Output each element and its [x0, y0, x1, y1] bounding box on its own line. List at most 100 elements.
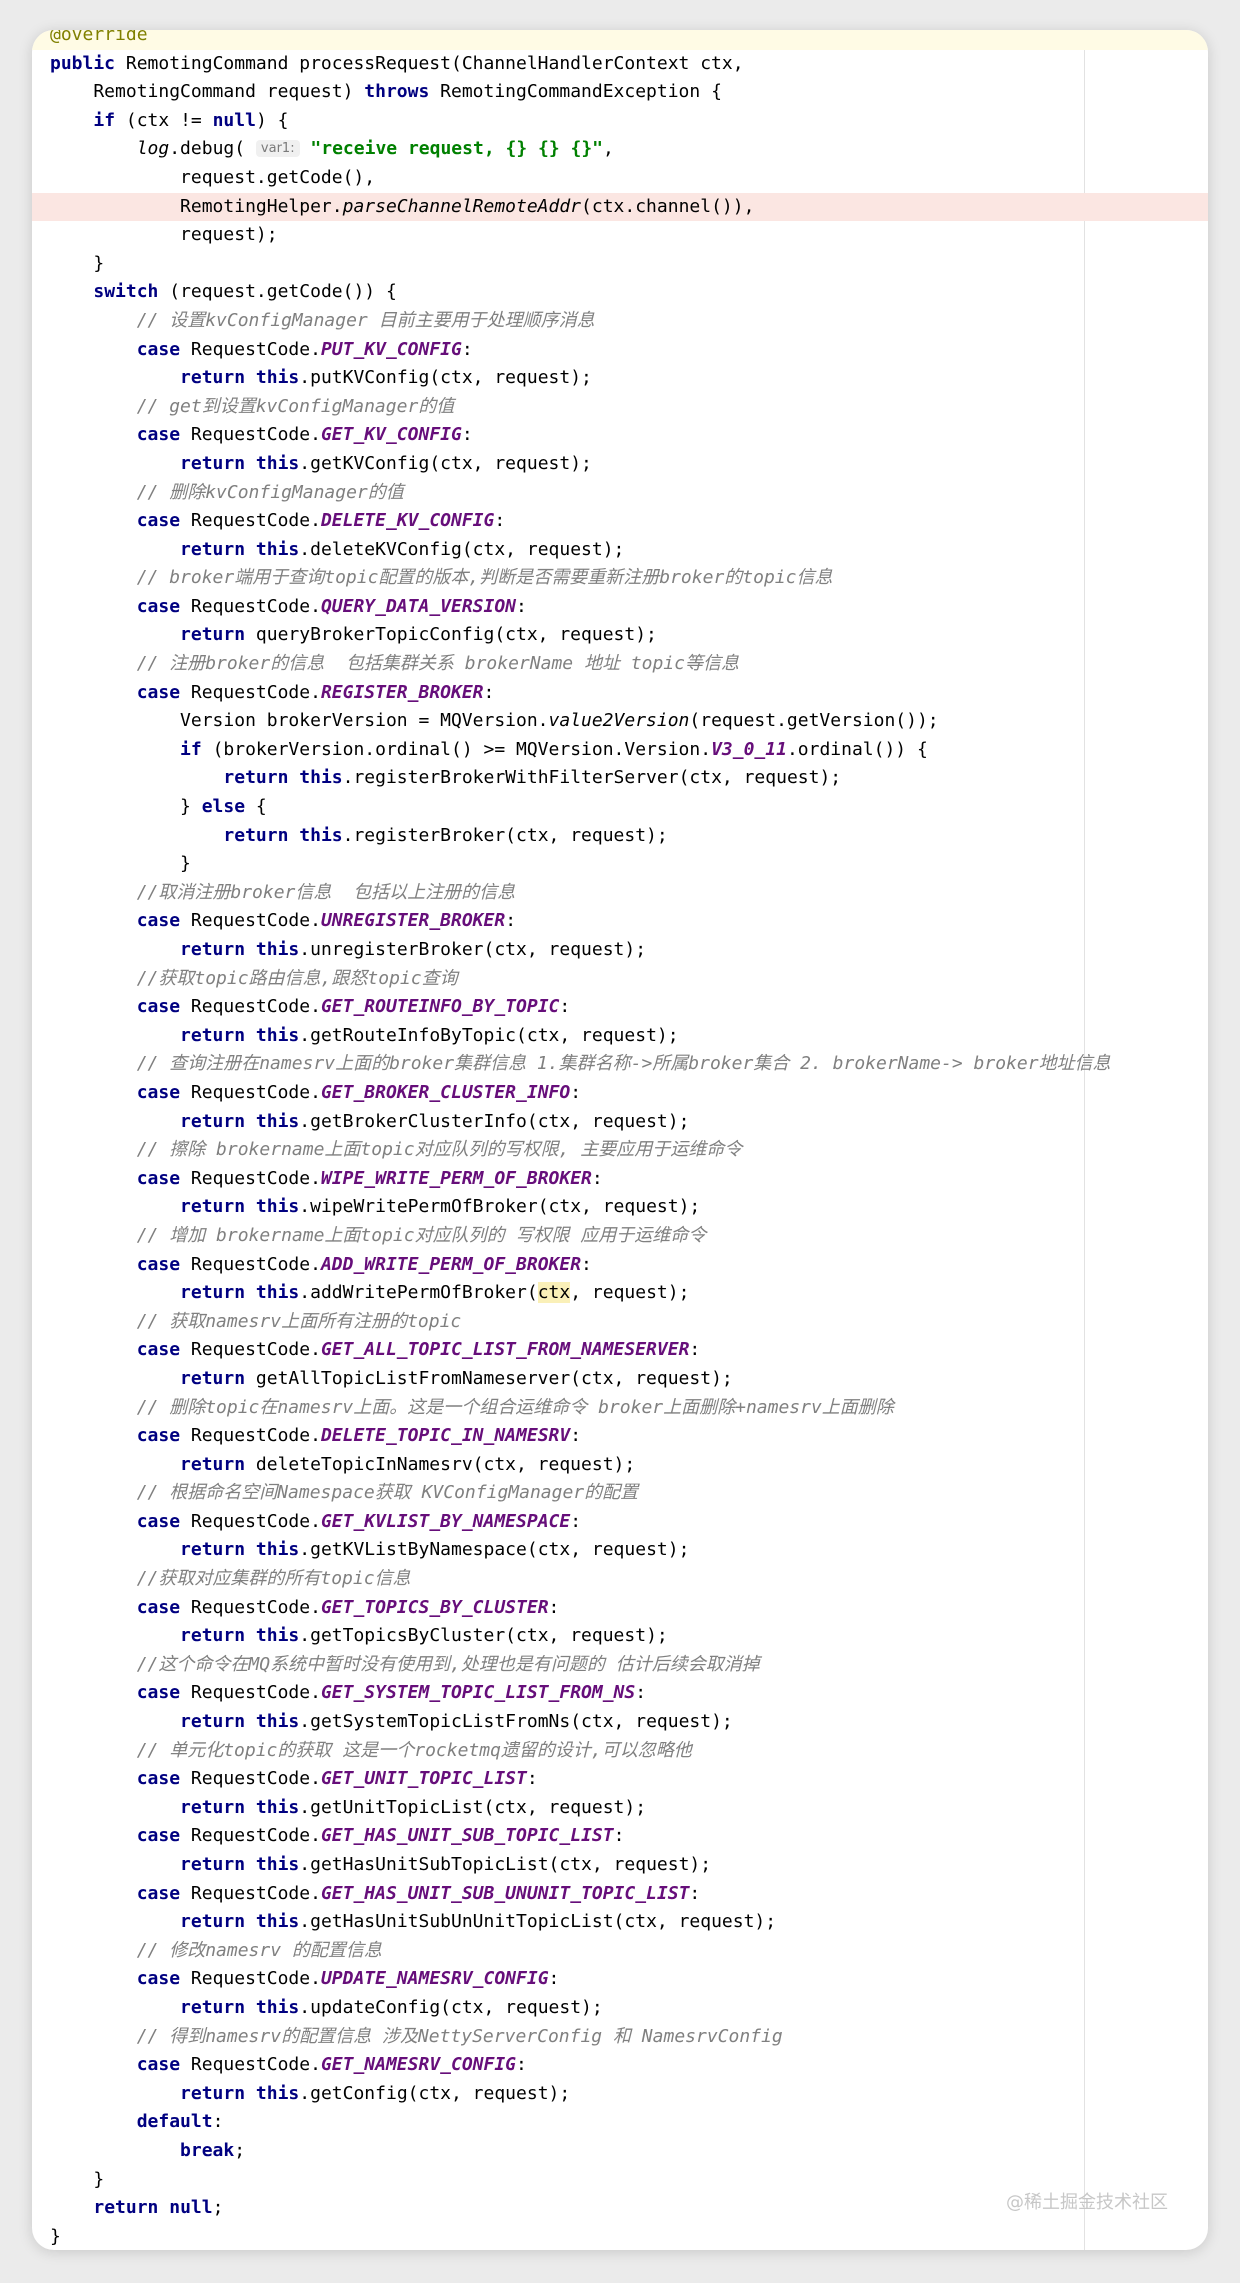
code-comment: //获取对应集群的所有topic信息	[136, 1568, 411, 1590]
code-line[interactable]: // get到设置kvConfigManager的值	[50, 393, 1208, 422]
code-line[interactable]: //获取对应集群的所有topic信息	[50, 1565, 1208, 1594]
code-line[interactable]: break;	[50, 2137, 1208, 2166]
code-line[interactable]: return this.updateConfig(ctx, request);	[50, 1994, 1208, 2023]
code-line[interactable]: // 修改namesrv 的配置信息	[50, 1937, 1208, 1966]
code-line[interactable]: // 得到namesrv的配置信息 涉及NettyServerConfig 和 …	[50, 2023, 1208, 2052]
code-line[interactable]: } else {	[50, 793, 1208, 822]
code-line[interactable]: //取消注册broker信息 包括以上注册的信息	[50, 879, 1208, 908]
code-line[interactable]: return this.unregisterBroker(ctx, reques…	[50, 936, 1208, 965]
code-line[interactable]: case RequestCode.GET_UNIT_TOPIC_LIST:	[50, 1765, 1208, 1794]
code-line[interactable]: case RequestCode.GET_HAS_UNIT_SUB_UNUNIT…	[50, 1880, 1208, 1909]
code-line[interactable]: case RequestCode.GET_BROKER_CLUSTER_INFO…	[50, 1079, 1208, 1108]
code-line[interactable]: //这个命令在MQ系统中暂时没有使用到,处理也是有问题的 估计后续会取消掉	[50, 1651, 1208, 1680]
code-line[interactable]: return this.getKVListByNamespace(ctx, re…	[50, 1536, 1208, 1565]
code-line[interactable]: // broker端用于查询topic配置的版本,判断是否需要重新注册broke…	[50, 564, 1208, 593]
code-line[interactable]: case RequestCode.ADD_WRITE_PERM_OF_BROKE…	[50, 1251, 1208, 1280]
code-line[interactable]: // 注册broker的信息 包括集群关系 brokerName 地址 topi…	[50, 650, 1208, 679]
code-line[interactable]: return queryBrokerTopicConfig(ctx, reque…	[50, 621, 1208, 650]
code-line[interactable]: case RequestCode.DELETE_KV_CONFIG:	[50, 507, 1208, 536]
code-line[interactable]: RemotingHelper.parseChannelRemoteAddr(ct…	[32, 192, 1208, 222]
code-line[interactable]: // 获取namesrv上面所有注册的topic	[50, 1308, 1208, 1337]
code-line[interactable]: if (ctx != null) {	[50, 107, 1208, 136]
code-line[interactable]: case RequestCode.PUT_KV_CONFIG:	[50, 336, 1208, 365]
code-line[interactable]: // 删除topic在namesrv上面。这是一个组合运维命令 broker上面…	[50, 1394, 1208, 1423]
code-line[interactable]: // 根据命名空间Namespace获取 KVConfigManager的配置	[50, 1479, 1208, 1508]
code-line[interactable]: // 单元化topic的获取 这是一个rocketmq遗留的设计,可以忽略他	[50, 1737, 1208, 1766]
code-line[interactable]: return this.addWritePermOfBroker(ctx, re…	[50, 1279, 1208, 1308]
code-line[interactable]: case RequestCode.GET_ROUTEINFO_BY_TOPIC:	[50, 993, 1208, 1022]
code-line[interactable]: return getAllTopicListFromNameserver(ctx…	[50, 1365, 1208, 1394]
code-token: RequestCode.	[180, 338, 321, 360]
code-line[interactable]: switch (request.getCode()) {	[50, 278, 1208, 307]
code-line[interactable]: return this.deleteKVConfig(ctx, request)…	[50, 536, 1208, 565]
code-line[interactable]: // 删除kvConfigManager的值	[50, 479, 1208, 508]
code-line[interactable]: log.debug( var1: "receive request, {} {}…	[50, 135, 1208, 164]
code-line[interactable]: case RequestCode.UNREGISTER_BROKER:	[50, 907, 1208, 936]
code-line[interactable]: case RequestCode.DELETE_TOPIC_IN_NAMESRV…	[50, 1422, 1208, 1451]
code-line[interactable]: Version brokerVersion = MQVersion.value2…	[50, 707, 1208, 736]
code-line[interactable]: request);	[50, 221, 1208, 250]
code-line[interactable]: return this.putKVConfig(ctx, request);	[50, 364, 1208, 393]
code-line[interactable]: return this.getSystemTopicListFromNs(ctx…	[50, 1708, 1208, 1737]
code-line[interactable]: case RequestCode.GET_SYSTEM_TOPIC_LIST_F…	[50, 1679, 1208, 1708]
code-line[interactable]: RemotingCommand request) throws Remoting…	[50, 78, 1208, 107]
code-line[interactable]: public RemotingCommand processRequest(Ch…	[50, 50, 1208, 79]
code-line[interactable]: if (brokerVersion.ordinal() >= MQVersion…	[50, 736, 1208, 765]
code-line[interactable]: @override	[32, 30, 1208, 50]
code-line[interactable]: return this.wipeWritePermOfBroker(ctx, r…	[50, 1193, 1208, 1222]
code-line[interactable]: return this.getConfig(ctx, request);	[50, 2080, 1208, 2109]
code-line[interactable]: case RequestCode.GET_NAMESRV_CONFIG:	[50, 2051, 1208, 2080]
code-token: ;	[212, 2197, 224, 2219]
code-line[interactable]: request.getCode(),	[50, 164, 1208, 193]
code-line[interactable]: }	[50, 250, 1208, 279]
code-token: RequestCode.	[180, 1882, 321, 1904]
code-line[interactable]: return this.registerBroker(ctx, request)…	[50, 822, 1208, 851]
code-line[interactable]: return this.getTopicsByCluster(ctx, requ…	[50, 1622, 1208, 1651]
code-line[interactable]: case RequestCode.GET_HAS_UNIT_SUB_TOPIC_…	[50, 1822, 1208, 1851]
code-line[interactable]: }	[50, 2223, 1208, 2250]
code-line[interactable]: // 擦除 brokername上面topic对应队列的写权限, 主要应用于运维…	[50, 1136, 1208, 1165]
code-line[interactable]: //获取topic路由信息,跟怒topic查询	[50, 965, 1208, 994]
code-line[interactable]: return this.getBrokerClusterInfo(ctx, re…	[50, 1108, 1208, 1137]
code-line[interactable]: return this.getRouteInfoByTopic(ctx, req…	[50, 1022, 1208, 1051]
code-line[interactable]: case RequestCode.QUERY_DATA_VERSION:	[50, 593, 1208, 622]
code-line[interactable]: case RequestCode.REGISTER_BROKER:	[50, 679, 1208, 708]
code-line[interactable]: return this.getKVConfig(ctx, request);	[50, 450, 1208, 479]
code-token: case	[136, 1882, 181, 1904]
code-line[interactable]: // 查询注册在namesrv上面的broker集群信息 1.集群名称->所属b…	[50, 1050, 1208, 1079]
code-token: case	[136, 1768, 181, 1790]
code-token: REGISTER_BROKER	[320, 681, 484, 703]
code-line[interactable]: case RequestCode.UPDATE_NAMESRV_CONFIG:	[50, 1965, 1208, 1994]
code-line[interactable]: case RequestCode.WIPE_WRITE_PERM_OF_BROK…	[50, 1165, 1208, 1194]
code-line[interactable]: case RequestCode.GET_TOPICS_BY_CLUSTER:	[50, 1594, 1208, 1623]
code-line[interactable]: }	[50, 850, 1208, 879]
code-token: getAllTopicListFromNameserver(ctx, reque…	[245, 1367, 733, 1389]
code-token: RequestCode.	[180, 1510, 321, 1532]
code-line[interactable]: return this.registerBrokerWithFilterServ…	[50, 764, 1208, 793]
code-token: RequestCode.	[180, 1596, 321, 1618]
code-line[interactable]: // 增加 brokername上面topic对应队列的 写权限 应用于运维命令	[50, 1222, 1208, 1251]
code-line[interactable]: return deleteTopicInNamesrv(ctx, request…	[50, 1451, 1208, 1480]
code-token: .updateConfig(ctx, request);	[299, 1996, 603, 2018]
code-line[interactable]: default:	[50, 2108, 1208, 2137]
code-line[interactable]: case RequestCode.GET_ALL_TOPIC_LIST_FROM…	[50, 1336, 1208, 1365]
code-line[interactable]: return this.getHasUnitSubTopicList(ctx, …	[50, 1851, 1208, 1880]
code-line[interactable]: case RequestCode.GET_KV_CONFIG:	[50, 421, 1208, 450]
code-area[interactable]: @override public RemotingCommand processR…	[32, 30, 1208, 2250]
code-token: .getTopicsByCluster(ctx, request);	[299, 1625, 668, 1647]
code-line[interactable]: // 设置kvConfigManager 目前主要用于处理顺序消息	[50, 307, 1208, 336]
code-line[interactable]: return this.getHasUnitSubUnUnitTopicList…	[50, 1908, 1208, 1937]
code-line[interactable]: return this.getUnitTopicList(ctx, reques…	[50, 1794, 1208, 1823]
code-line[interactable]: case RequestCode.GET_KVLIST_BY_NAMESPACE…	[50, 1508, 1208, 1537]
code-token: :	[516, 2054, 527, 2076]
